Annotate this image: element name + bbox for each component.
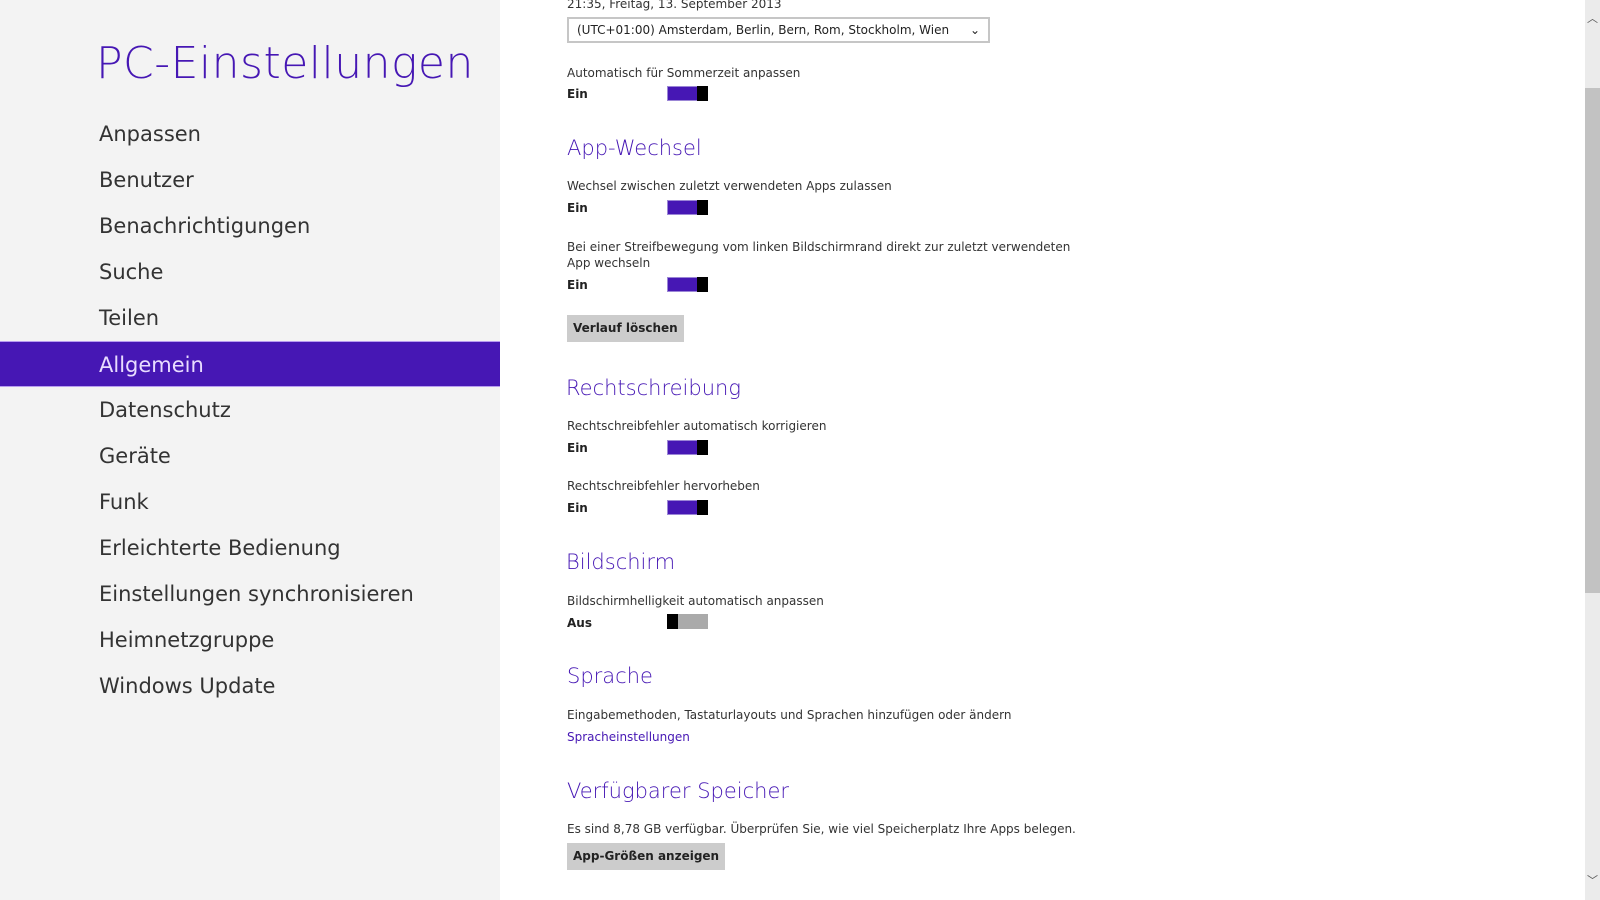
toggle-thumb bbox=[697, 277, 708, 292]
vertical-scrollbar[interactable]: ︿ ﹀ bbox=[1585, 0, 1600, 900]
scroll-up-icon[interactable]: ︿ bbox=[1585, 10, 1600, 26]
autocorrect-label: Rechtschreibfehler automatisch korrigier… bbox=[567, 419, 827, 433]
chevron-down-icon: ⌄ bbox=[969, 23, 980, 37]
sidebar-item-einstellungen-synchronisieren[interactable]: Einstellungen synchronisieren bbox=[0, 571, 500, 617]
app-switch-allow-state: Ein bbox=[567, 201, 588, 215]
sidebar-item-geraete[interactable]: Geräte bbox=[0, 433, 500, 479]
sidebar-item-funk[interactable]: Funk bbox=[0, 479, 500, 525]
brightness-label: Bildschirmhelligkeit automatisch anpasse… bbox=[567, 594, 824, 608]
language-description: Eingabemethoden, Tastaturlayouts und Spr… bbox=[567, 708, 1012, 722]
brightness-state: Aus bbox=[567, 616, 592, 630]
autocorrect-state: Ein bbox=[567, 441, 588, 455]
toggle-thumb bbox=[697, 200, 708, 215]
highlight-label: Rechtschreibfehler hervorheben bbox=[567, 479, 760, 493]
sidebar-item-benutzer[interactable]: Benutzer bbox=[0, 157, 500, 203]
swipe-toggle[interactable] bbox=[667, 277, 708, 292]
swipe-state: Ein bbox=[567, 278, 588, 292]
sidebar-item-suche[interactable]: Suche bbox=[0, 249, 500, 295]
current-time: 21:35, Freitag, 13. September 2013 bbox=[567, 0, 782, 11]
timezone-dropdown[interactable]: (UTC+01:00) Amsterdam, Berlin, Bern, Rom… bbox=[567, 17, 990, 43]
toggle-thumb bbox=[697, 500, 708, 515]
sidebar-item-allgemein[interactable]: Allgemein bbox=[0, 341, 500, 387]
section-heading-rechtschreibung: Rechtschreibung bbox=[566, 376, 741, 400]
dst-toggle[interactable] bbox=[667, 86, 708, 101]
sidebar-item-benachrichtigungen[interactable]: Benachrichtigungen bbox=[0, 203, 500, 249]
sidebar-item-heimnetzgruppe[interactable]: Heimnetzgruppe bbox=[0, 617, 500, 663]
section-heading-sprache: Sprache bbox=[567, 664, 653, 688]
brightness-toggle[interactable] bbox=[667, 614, 708, 629]
sidebar: PC-Einstellungen Anpassen Benutzer Benac… bbox=[0, 0, 500, 900]
toggle-thumb bbox=[697, 440, 708, 455]
swipe-label-line1: Bei einer Streifbewegung vom linken Bild… bbox=[567, 240, 1071, 254]
settings-content: 21:35, Freitag, 13. September 2013 (UTC+… bbox=[566, 0, 1567, 900]
swipe-label-line2: App wechseln bbox=[567, 256, 651, 270]
storage-description: Es sind 8,78 GB verfügbar. Überprüfen Si… bbox=[567, 822, 1076, 836]
app-title: PC-Einstellungen bbox=[96, 38, 474, 89]
sidebar-item-windows-update[interactable]: Windows Update bbox=[0, 663, 500, 709]
app-switch-allow-toggle[interactable] bbox=[667, 200, 708, 215]
sidebar-item-erleichterte-bedienung[interactable]: Erleichterte Bedienung bbox=[0, 525, 500, 571]
show-app-sizes-button[interactable]: App-Größen anzeigen bbox=[567, 843, 726, 870]
dst-label: Automatisch für Sommerzeit anpassen bbox=[567, 66, 801, 80]
section-heading-bildschirm: Bildschirm bbox=[566, 550, 676, 574]
sidebar-item-datenschutz[interactable]: Datenschutz bbox=[0, 387, 500, 433]
highlight-toggle[interactable] bbox=[667, 500, 708, 515]
clear-history-button[interactable]: Verlauf löschen bbox=[567, 315, 684, 342]
sidebar-item-anpassen[interactable]: Anpassen bbox=[0, 111, 500, 157]
sidebar-item-teilen[interactable]: Teilen bbox=[0, 295, 500, 341]
app-switch-allow-label: Wechsel zwischen zuletzt verwendeten App… bbox=[567, 179, 892, 193]
autocorrect-toggle[interactable] bbox=[667, 440, 708, 455]
toggle-thumb bbox=[667, 614, 678, 629]
section-heading-app-wechsel: App-Wechsel bbox=[567, 136, 702, 160]
dst-state: Ein bbox=[567, 87, 588, 101]
toggle-thumb bbox=[697, 86, 708, 101]
language-settings-link[interactable]: Spracheinstellungen bbox=[567, 730, 690, 744]
sidebar-nav: Anpassen Benutzer Benachrichtigungen Suc… bbox=[0, 111, 500, 709]
highlight-state: Ein bbox=[567, 501, 588, 515]
section-heading-speicher: Verfügbarer Speicher bbox=[567, 779, 790, 803]
timezone-value: (UTC+01:00) Amsterdam, Berlin, Bern, Rom… bbox=[577, 23, 950, 37]
scroll-down-icon[interactable]: ﹀ bbox=[1585, 872, 1600, 888]
scrollbar-thumb[interactable] bbox=[1585, 88, 1600, 593]
